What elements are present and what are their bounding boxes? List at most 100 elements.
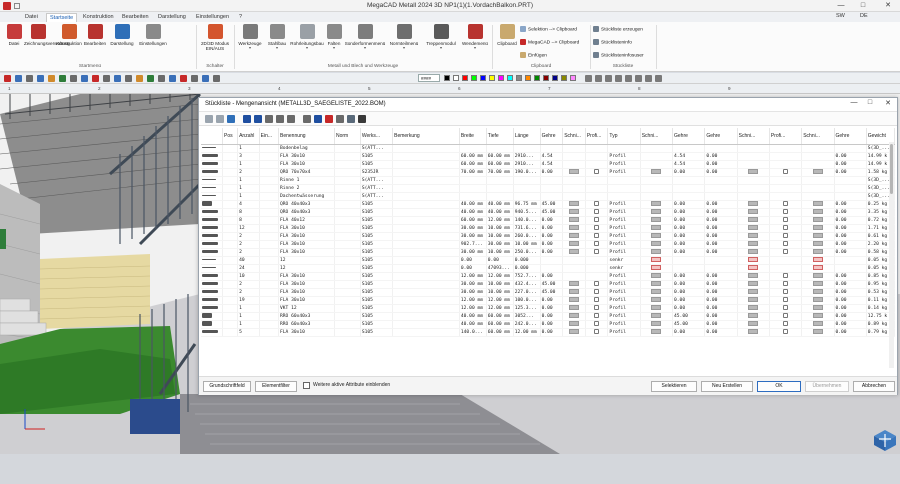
user-badge[interactable]: SW	[836, 13, 845, 19]
color-swatch[interactable]	[480, 75, 486, 81]
new-create-button[interactable]: Neu Erstellen	[701, 381, 753, 392]
dialog-scrollbar[interactable]	[889, 142, 894, 368]
dialog-close-button[interactable]: ✕	[881, 99, 895, 107]
select-button[interactable]: Selektieren	[651, 381, 697, 392]
table-row[interactable]: 10 FLA 30x10 S105 12.00 mm 12.00 mm 752.7... 0…	[201, 272, 895, 281]
tab-startseite[interactable]: Startseite	[46, 13, 78, 22]
maximize-button[interactable]: □	[852, 0, 874, 12]
column-header[interactable]: Länge	[513, 128, 541, 145]
toolbar-tool-icon[interactable]	[136, 75, 143, 82]
column-header[interactable]: Bemerkung	[392, 128, 460, 145]
parts-list-info-button[interactable]: Stücklisteninfo	[593, 39, 632, 47]
column-header[interactable]: Schni...	[562, 128, 586, 145]
toolbar-tool-icon[interactable]	[15, 75, 22, 82]
cancel-button[interactable]: Abbrechen	[853, 381, 895, 392]
table-row[interactable]: 2 FLA 30x10 S105 30.00 mm 10.00 mm 250.0... 0.…	[201, 248, 895, 257]
column-header[interactable]: Schni...	[801, 128, 835, 145]
basic-fields-button[interactable]: Grundschriftfeld	[203, 381, 251, 392]
line-pattern-field[interactable]: ####	[418, 74, 440, 82]
refresh-icon[interactable]	[303, 115, 311, 123]
color-swatch[interactable]	[570, 75, 576, 81]
column-header[interactable]: Gehre	[540, 128, 564, 145]
table-row[interactable]: 8 QRO 40x40x3 S105 40.00 mm 40.00 mm 940.5...…	[201, 208, 895, 217]
treppenmodul-button[interactable]: Treppenmodul ▾	[422, 24, 460, 56]
table-row[interactable]: 2 FLA 30x10 S105 30.00 mm 10.00 mm 260.0... 0.…	[201, 232, 895, 241]
stahlbau-button[interactable]: Stahlbau ▾	[264, 24, 290, 56]
tab-einstellungen[interactable]: Einstellungen	[193, 13, 232, 22]
element-filter-button[interactable]: Elementfilter	[255, 381, 297, 392]
table-row[interactable]: 40 12 S105 0.00 0.00 0.000 senkr 0.05 kg	[201, 256, 895, 265]
table-row[interactable]: 2 FLA 30x10 S105 30.00 mm 10.00 mm 227.0... 45…	[201, 288, 895, 297]
datei-button[interactable]: Datei	[2, 24, 26, 56]
toolbar-tool-icon[interactable]	[191, 75, 198, 82]
column-header[interactable]: Profi...	[769, 128, 803, 145]
column-header[interactable]: Norm	[334, 128, 361, 145]
column-header[interactable]: Schni...	[737, 128, 770, 145]
column-header[interactable]: Profi...	[585, 128, 609, 145]
table-row[interactable]: 1 Bodenbelag S(ATT... S(3D_...	[201, 144, 895, 153]
toolbar-tool-icon[interactable]	[70, 75, 77, 82]
toolbar-tool-icon[interactable]	[59, 75, 66, 82]
create-parts-list-button[interactable]: Stückliste erzeugen	[593, 26, 643, 34]
toolbar-tool-icon[interactable]	[169, 75, 176, 82]
bearbeiten-button[interactable]: Bearbeiten	[83, 24, 107, 56]
color-swatch[interactable]	[498, 75, 504, 81]
navigation-cube-icon[interactable]	[872, 428, 898, 452]
arrange-icon[interactable]	[276, 115, 284, 123]
toolbar-tool-icon[interactable]	[655, 75, 662, 82]
paste-button[interactable]: Einfügen	[520, 52, 547, 60]
sort-icon[interactable]	[265, 115, 273, 123]
open-icon[interactable]	[216, 115, 224, 123]
wendemenu-button[interactable]: Wendemenü ▾	[460, 24, 490, 56]
parts-list-user-info-button[interactable]: Stücklisteninfosuser	[593, 52, 644, 60]
toolbar-tool-icon[interactable]	[202, 75, 209, 82]
column-header[interactable]	[201, 128, 224, 145]
parts-grid[interactable]: Pos Anzahl Ein... Benennung Norm Werks... Beme…	[201, 128, 895, 372]
toolbar-tool-icon[interactable]	[37, 75, 44, 82]
color-swatch[interactable]	[543, 75, 549, 81]
filter-icon[interactable]	[347, 115, 355, 123]
save-icon[interactable]	[243, 115, 251, 123]
color-swatch[interactable]	[507, 75, 513, 81]
toolbar-tool-icon[interactable]	[4, 75, 11, 82]
table-row[interactable]: 8 FLA 40x12 S105 60.00 mm 12.00 mm 140.0... 0.…	[201, 216, 895, 225]
scrollbar-thumb[interactable]	[890, 144, 893, 194]
column-header[interactable]: Anzahl	[237, 128, 260, 145]
toolbar-tool-icon[interactable]	[595, 75, 602, 82]
column-header[interactable]: Breite	[459, 128, 487, 145]
toolbar-tool-icon[interactable]	[81, 75, 88, 82]
table-row[interactable]: 24 12 S105 0.00 47093... 0.000 senkr 0.05 kg	[201, 264, 895, 273]
table-row[interactable]: 3 FLA 30x10 S105 60.00 mm 60.00 mm 2910... 4.5…	[201, 152, 895, 161]
color-swatch[interactable]	[525, 75, 531, 81]
dialog-minimize-button[interactable]: —	[847, 99, 861, 106]
column-header[interactable]: Gehre	[672, 128, 706, 145]
column-header[interactable]: Gehre	[704, 128, 738, 145]
toolbar-tool-icon[interactable]	[92, 75, 99, 82]
column-header[interactable]: Gehre	[834, 128, 867, 145]
table-row[interactable]: 1 VKT 12 S105 12.00 mm 12.00 mm 125.3... 0.00 P…	[201, 304, 895, 313]
toolbar-tool-icon[interactable]	[125, 75, 132, 82]
toolbar-tool-icon[interactable]	[213, 75, 220, 82]
clipboard-button[interactable]: Clipboard	[494, 24, 520, 56]
selection-to-clipboard-button[interactable]: Selektion --> Clipboard	[520, 26, 577, 34]
tab-datei[interactable]: Datei	[22, 13, 41, 22]
table-row[interactable]: 1 RRO 60x40x3 S105 40.00 mm 60.00 mm 3052... 0…	[201, 312, 895, 321]
help-icon[interactable]	[227, 115, 235, 123]
color-swatch[interactable]	[471, 75, 477, 81]
einstellungen-button[interactable]: Einstellungen	[138, 24, 168, 56]
zeichnungsverwaltung-button[interactable]: Zeichnungsverwaltung	[24, 24, 70, 56]
table-row[interactable]: 2 FLA 30x10 S105 902.7... 30.00 mm 10.00 mm 0.…	[201, 240, 895, 249]
sonderformenmenu-button[interactable]: Sonderformenmenü ▾	[344, 24, 386, 56]
save-as-icon[interactable]	[254, 115, 262, 123]
export-icon[interactable]	[314, 115, 322, 123]
toolbar-tool-icon[interactable]	[180, 75, 187, 82]
table-row[interactable]: 1 Dachentwässerung S(ATT... S(3D_...	[201, 192, 895, 201]
color-swatch[interactable]	[453, 75, 459, 81]
apply-button[interactable]: Übernehmen	[805, 381, 849, 392]
color-swatch[interactable]	[489, 75, 495, 81]
toolbar-tool-icon[interactable]	[26, 75, 33, 82]
new-icon[interactable]	[205, 115, 213, 123]
grid-icon[interactable]	[336, 115, 344, 123]
color-swatch[interactable]	[462, 75, 468, 81]
tab-darstellung[interactable]: Darstellung	[155, 13, 189, 22]
